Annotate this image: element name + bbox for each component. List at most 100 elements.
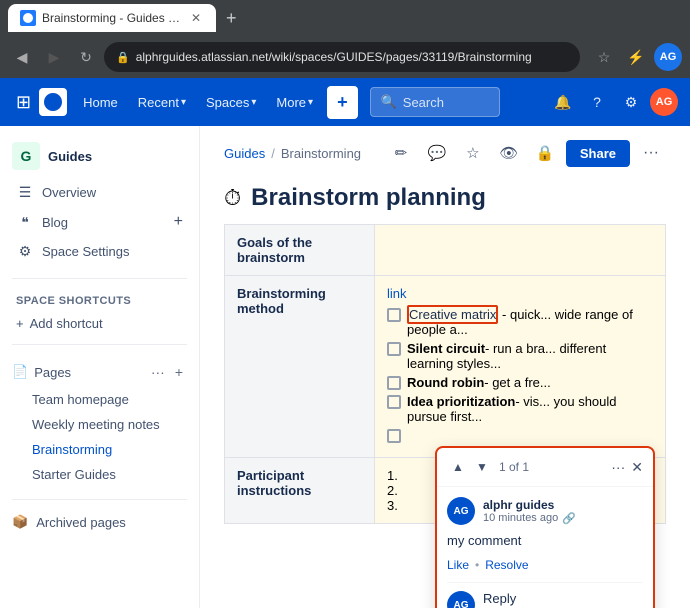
page-child-starter-guides[interactable]: Starter Guides [4,462,195,487]
breadcrumb-separator: / [271,146,275,161]
create-button[interactable]: + [327,86,358,119]
like-link[interactable]: Like [447,558,469,572]
comment-close-btn[interactable]: ✕ [631,459,643,476]
edit-icon-btn[interactable]: ✏ [386,138,416,168]
nav-spaces-link[interactable]: Spaces ▾ [198,89,264,116]
nav-home-link[interactable]: Home [75,89,126,116]
new-tab-button[interactable]: + [226,8,237,29]
more-options-btn[interactable]: ··· [636,138,666,168]
forward-button[interactable]: ▶ [40,43,68,71]
checkbox-last[interactable] [387,429,401,443]
comment-body: AG alphr guides 10 minutes ago 🔗 [437,487,653,608]
comment-link-icon[interactable]: 🔗 [562,512,576,525]
back-icon: ◀ [17,49,28,66]
method-link[interactable]: link [387,286,653,301]
back-button[interactable]: ◀ [8,43,36,71]
sidebar-space-header[interactable]: G Guides [0,134,199,174]
overview-icon: ☰ [16,184,34,201]
comment-time-row: 10 minutes ago 🔗 [483,512,576,525]
space-settings-icon: ⚙ [16,243,34,260]
pages-header[interactable]: 📄 Pages ··· + [0,357,199,387]
lock-icon: 🔒 [116,51,130,64]
space-icon-letter: G [21,148,32,164]
page-child-brainstorming[interactable]: Brainstorming [4,437,195,462]
notifications-icon-btn[interactable]: 🔔 [548,87,578,117]
comment-popup: ▲ ▼ 1 of 1 ··· ✕ [435,446,655,608]
checkbox-creative[interactable] [387,308,401,322]
sidebar-item-blog[interactable]: ❝ Blog + [4,207,195,237]
help-icon-btn[interactable]: ? [582,87,612,117]
confluence-logo[interactable] [39,88,67,116]
reply-placeholder: Reply [483,591,516,606]
search-placeholder: Search [403,95,444,110]
nav-more-label: More [276,95,306,110]
share-button[interactable]: Share [566,140,630,167]
comment-user-row: AG alphr guides 10 minutes ago 🔗 [447,497,643,525]
page-emoji: ⏱ [224,185,241,211]
bookmark-icon-btn[interactable]: ☆ [590,43,618,71]
sidebar-add-shortcut[interactable]: + Add shortcut [0,311,199,336]
reply-input[interactable]: Reply [483,591,643,606]
checkbox-silent[interactable] [387,342,401,356]
forward-icon: ▶ [49,49,60,66]
search-box[interactable]: 🔍 Search [370,87,500,117]
watch-icon: 👁 [499,144,518,162]
nav-spaces-label: Spaces [206,95,249,110]
sidebar-archived[interactable]: 📦 Archived pages [0,508,199,536]
pages-add-btn[interactable]: + [171,362,187,382]
nav-recent-link[interactable]: Recent ▾ [130,89,194,116]
browser-tab[interactable]: Brainstorming - Guides - Conflu... ✕ [8,4,216,32]
space-name: Guides [48,149,92,164]
more-chevron-icon: ▾ [308,97,313,108]
browser-profile-initials: AG [660,51,677,63]
comment-actions: Like • Resolve [447,558,643,572]
reload-button[interactable]: ↻ [72,43,100,71]
bell-icon: 🔔 [554,94,571,111]
pages-more-btn[interactable]: ··· [147,362,169,382]
pages-section: 📄 Pages ··· + Team homepage Weekly meeti… [0,353,199,491]
breadcrumb: Guides / Brainstorming ✏ 💬 ☆ 👁 [200,126,690,168]
comment-user-info: alphr guides 10 minutes ago 🔗 [483,498,576,525]
browser-toolbar-icons: ☆ ⚡ AG [590,43,682,71]
address-bar[interactable]: 🔒 alphrguides.atlassian.net/wiki/spaces/… [104,42,580,72]
extensions-icon-btn[interactable]: ⚡ [622,43,650,71]
brainstorming-label: Brainstorming [32,442,112,457]
comment-prev-btn[interactable]: ▲ [447,456,469,478]
user-avatar-nav[interactable]: AG [650,88,678,116]
action-separator: • [475,558,479,572]
address-bar-row: ◀ ▶ ↻ 🔒 alphrguides.atlassian.net/wiki/s… [0,36,690,78]
breadcrumb-guides-link[interactable]: Guides [224,146,265,161]
comment-next-btn[interactable]: ▼ [471,456,493,478]
sidebar-item-overview[interactable]: ☰ Overview [4,178,195,207]
restrict-icon-btn[interactable]: 🔒 [530,138,560,168]
comment-username: alphr guides [483,498,576,512]
sidebar-item-space-settings[interactable]: ⚙ Space Settings [4,237,195,266]
sidebar-divider-2 [12,344,187,345]
checkbox-roundrobin[interactable] [387,376,401,390]
add-blog-icon[interactable]: + [174,213,183,231]
page-child-team-homepage[interactable]: Team homepage [4,387,195,412]
silent-circuit-text: Silent circuit- run a bra... different l… [407,341,653,371]
nav-more-link[interactable]: More ▾ [268,89,321,116]
create-icon: + [337,92,348,113]
edit-icon: ✏ [395,144,408,162]
method-link-text[interactable]: link [387,286,407,301]
pages-actions: ··· + [147,362,187,382]
star-icon-btn[interactable]: ☆ [458,138,488,168]
settings-icon-btn[interactable]: ⚙ [616,87,646,117]
watch-icon-btn[interactable]: 👁 [494,138,524,168]
sidebar-section-title: SPACE SHORTCUTS [0,287,199,311]
tab-close-icon[interactable]: ✕ [188,10,204,26]
page-child-weekly-meeting[interactable]: Weekly meeting notes [4,412,195,437]
comment-avatar: AG [447,497,475,525]
resolve-link[interactable]: Resolve [485,558,528,572]
method-header-cell: Brainstorming method [225,276,375,458]
comment-more-options-btn[interactable]: ··· [611,459,625,475]
round-robin-text: Round robin- get a fre... [407,375,551,390]
grid-icon-btn[interactable]: ⊞ [12,88,35,117]
inline-comment-icon-btn[interactable]: 💬 [422,138,452,168]
browser-profile-btn[interactable]: AG [654,43,682,71]
comment-reply-user-row: AG Reply [447,591,643,608]
extensions-icon: ⚡ [627,49,644,66]
checkbox-idea[interactable] [387,395,401,409]
